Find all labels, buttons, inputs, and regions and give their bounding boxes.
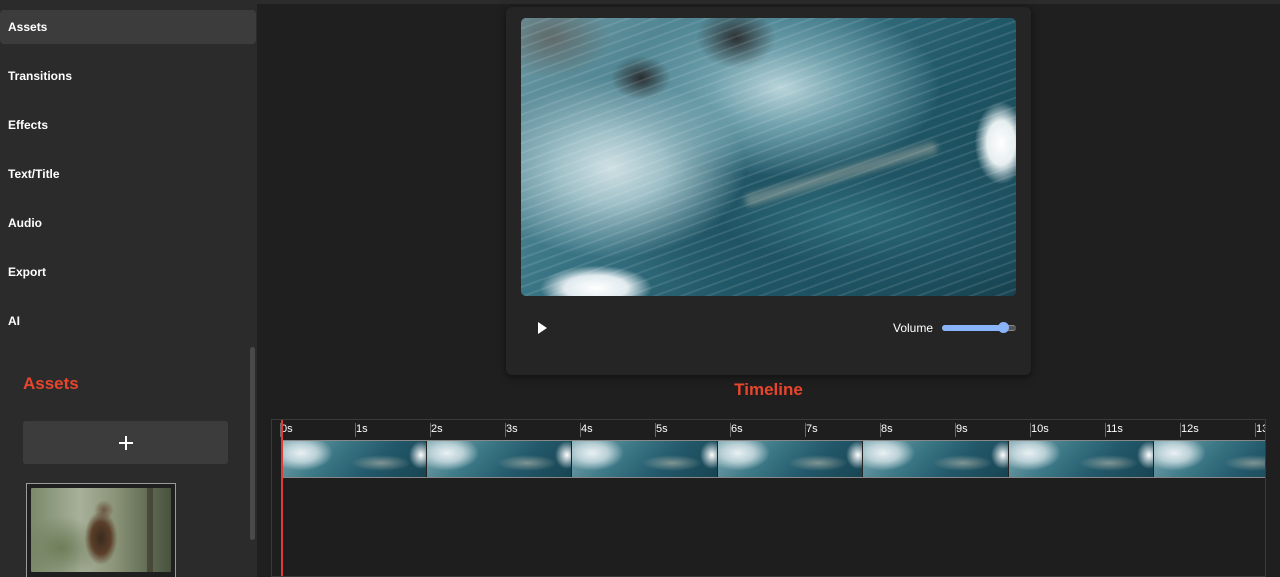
sidebar: Assets Transitions Effects Text/Title Au…	[0, 0, 257, 577]
timeline-tick: 12s	[1180, 423, 1199, 437]
video-track[interactable]	[281, 440, 1265, 478]
track-frame-thumbnail	[863, 441, 1009, 477]
timeline-tick: 13	[1254, 423, 1265, 437]
sidebar-item-effects[interactable]: Effects	[0, 108, 256, 142]
track-frame-thumbnail	[426, 441, 572, 477]
add-asset-button[interactable]	[23, 421, 228, 464]
timeline-tick: 8s	[880, 423, 893, 437]
track-frame-thumbnail	[717, 441, 863, 477]
sidebar-item-assets[interactable]: Assets	[0, 10, 256, 44]
top-strip	[257, 0, 1280, 4]
timeline-heading: Timeline	[734, 380, 803, 399]
sidebar-item-export[interactable]: Export	[0, 255, 256, 289]
timeline-tick: 4s	[580, 423, 593, 437]
timeline-tick: 3s	[505, 423, 518, 437]
track-frame-thumbnail	[281, 441, 427, 477]
timeline-ruler[interactable]: 0s1s2s3s4s5s6s7s8s9s10s11s12s13	[280, 420, 1265, 440]
timeline-panel[interactable]: 0s1s2s3s4s5s6s7s8s9s10s11s12s13	[271, 419, 1266, 577]
video-preview[interactable]	[521, 18, 1016, 296]
assets-heading: Assets	[23, 374, 79, 393]
asset-thumbnail[interactable]	[26, 483, 176, 577]
video-player: Volume	[506, 7, 1031, 375]
volume-label: Volume	[893, 321, 934, 335]
track-frame-thumbnail	[572, 441, 718, 477]
timeline-tick: 5s	[655, 423, 668, 437]
track-frame-thumbnail	[1008, 441, 1154, 477]
timeline-tick: 1s	[355, 423, 368, 437]
sidebar-item-audio[interactable]: Audio	[0, 206, 256, 240]
timeline-tick: 10s	[1030, 423, 1049, 437]
volume-thumb[interactable]	[997, 322, 1009, 333]
timeline-tick: 9s	[955, 423, 968, 437]
sidebar-item-ai[interactable]: AI	[0, 304, 256, 338]
volume-fill	[942, 325, 1003, 331]
track-frame-thumbnail	[1154, 441, 1265, 477]
timeline-tick: 7s	[805, 423, 818, 437]
plus-icon	[118, 435, 133, 450]
timeline-tick: 2s	[430, 423, 443, 437]
timeline-tick: 6s	[730, 423, 743, 437]
sidebar-scrollbar[interactable]	[250, 347, 255, 540]
hawk-photo-thumbnail	[31, 488, 171, 572]
sidebar-item-transitions[interactable]: Transitions	[0, 59, 256, 93]
sidebar-nav: Assets Transitions Effects Text/Title Au…	[0, 10, 257, 353]
volume-slider[interactable]	[942, 322, 1016, 333]
timeline-tick: 11s	[1105, 423, 1123, 437]
playhead[interactable]	[281, 420, 283, 576]
sidebar-item-text-title[interactable]: Text/Title	[0, 157, 256, 191]
play-button[interactable]	[536, 321, 550, 335]
